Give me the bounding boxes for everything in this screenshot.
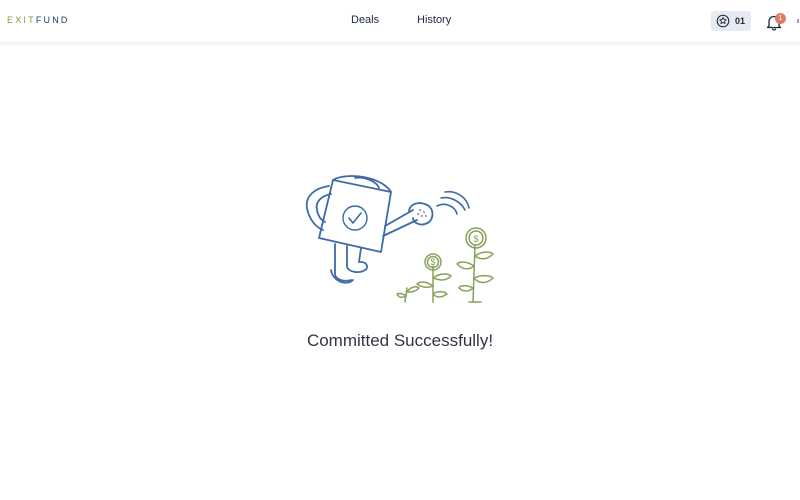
top-navigation-bar: EXITFUND Deals History 01 1 [0, 0, 800, 43]
logo-part-fund: FUND [35, 15, 70, 25]
watering-can-icon [305, 175, 434, 284]
star-icon [716, 14, 730, 28]
menu-edge-indicator[interactable] [797, 19, 799, 23]
nav-link-deals[interactable]: Deals [351, 14, 379, 26]
points-count: 01 [735, 16, 746, 26]
success-message: Committed Successfully! [306, 331, 494, 350]
money-plants-icon [396, 227, 494, 303]
watering-can-money-plants-illustration: $ $ [305, 175, 494, 303]
spray-dots [417, 209, 427, 217]
points-badge[interactable]: 01 [711, 11, 751, 31]
logo-part-exit: EXIT [7, 15, 36, 25]
dollar-symbols: $ $ [430, 234, 478, 267]
svg-text:$: $ [473, 234, 478, 244]
notification-count-badge: 1 [775, 13, 786, 24]
water-spray-lines [436, 190, 470, 215]
svg-text:$: $ [430, 257, 435, 267]
nav-link-history[interactable]: History [417, 14, 451, 26]
exitfund-logo[interactable]: EXITFUND [7, 15, 70, 25]
